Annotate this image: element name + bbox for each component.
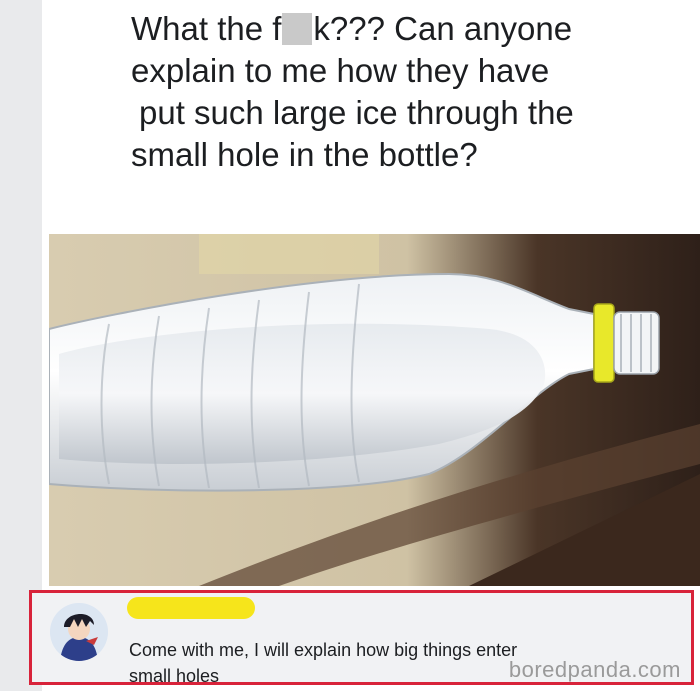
post-line-1-end: k??? Can anyone — [313, 10, 573, 47]
highlighted-comment: Come with me, I will explain how big thi… — [29, 590, 694, 686]
post-text: What the f k??? Can anyone explain to me … — [131, 8, 691, 176]
left-margin-strip — [0, 0, 42, 691]
avatar[interactable] — [50, 603, 108, 661]
post-line-1-start: What the f — [131, 10, 282, 47]
post-line-4: small hole in the bottle? — [131, 136, 478, 173]
post-photo[interactable] — [49, 234, 700, 586]
anime-avatar-icon — [50, 603, 108, 661]
censor-block — [282, 13, 313, 45]
post-line-2: explain to me how they have — [131, 52, 550, 89]
post-line-3: put such large ice through the — [139, 94, 574, 131]
watermark: boredpanda.com — [508, 657, 681, 682]
post-line-1: What the f k??? Can anyone — [131, 8, 691, 50]
redacted-name — [127, 597, 255, 619]
bottle-photo-illustration — [49, 234, 700, 586]
